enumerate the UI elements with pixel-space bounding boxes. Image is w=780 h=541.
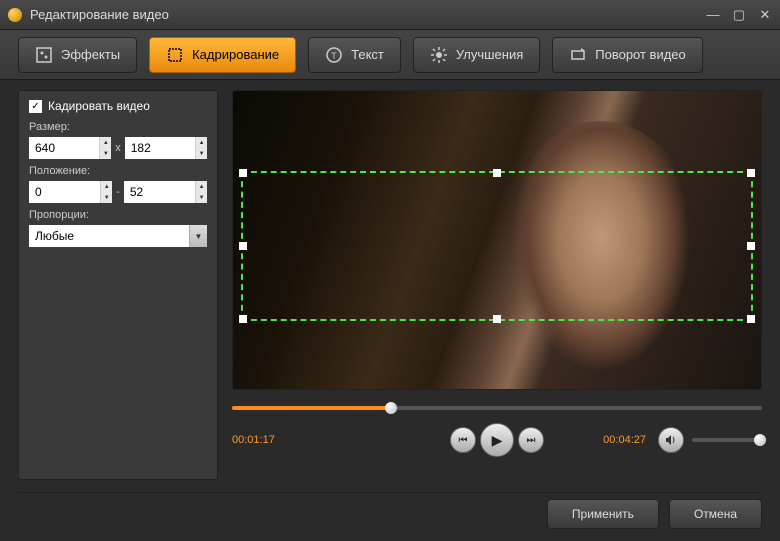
- tab-label: Кадрирование: [192, 47, 279, 62]
- toolbar: Эффекты Кадрирование T Текст Улучшения П…: [0, 30, 780, 80]
- crop-handle-bm[interactable]: [493, 315, 501, 323]
- minimize-button[interactable]: —: [706, 7, 720, 23]
- seek-progress: [232, 406, 391, 410]
- enhance-icon: [430, 46, 448, 64]
- video-preview[interactable]: [232, 90, 762, 390]
- volume-slider[interactable]: [692, 438, 762, 442]
- pos-separator: -: [116, 186, 120, 198]
- aspect-value: Любые: [29, 229, 189, 243]
- height-stepper[interactable]: ▲▼: [195, 137, 207, 159]
- pos-y-stepper[interactable]: ▲▼: [195, 181, 207, 203]
- aspect-label: Пропорции:: [29, 209, 207, 221]
- width-stepper[interactable]: ▲▼: [99, 137, 111, 159]
- svg-text:T: T: [331, 51, 337, 61]
- height-input[interactable]: ▲▼: [125, 137, 207, 159]
- crop-handle-bl[interactable]: [239, 315, 247, 323]
- prev-button[interactable]: ⏮: [450, 427, 476, 453]
- width-input[interactable]: ▲▼: [29, 137, 111, 159]
- pos-x-input[interactable]: ▲▼: [29, 181, 112, 203]
- crop-video-checkbox[interactable]: ✓: [29, 100, 42, 113]
- tab-label: Текст: [351, 47, 384, 62]
- tab-enhance[interactable]: Улучшения: [413, 37, 540, 73]
- crop-video-label: Кадировать видео: [48, 99, 150, 113]
- tab-rotate[interactable]: Поворот видео: [552, 37, 703, 73]
- size-separator: x: [115, 142, 121, 154]
- tab-label: Улучшения: [456, 47, 523, 62]
- crop-handle-ml[interactable]: [239, 242, 247, 250]
- effects-icon: [35, 46, 53, 64]
- pos-y-input[interactable]: ▲▼: [124, 181, 207, 203]
- crop-icon: [166, 46, 184, 64]
- volume-thumb[interactable]: [754, 434, 766, 446]
- crop-selection[interactable]: [241, 171, 753, 321]
- tab-effects[interactable]: Эффекты: [18, 37, 137, 73]
- titlebar: Редактирование видео — ▢ ✕: [0, 0, 780, 30]
- cancel-button[interactable]: Отмена: [669, 499, 762, 529]
- size-label: Размер:: [29, 121, 207, 133]
- position-label: Положение:: [29, 165, 207, 177]
- chevron-down-icon: ▼: [189, 225, 207, 247]
- crop-handle-tl[interactable]: [239, 169, 247, 177]
- seek-thumb[interactable]: [385, 402, 397, 414]
- text-icon: T: [325, 46, 343, 64]
- play-button[interactable]: ▶: [480, 423, 514, 457]
- crop-handle-tr[interactable]: [747, 169, 755, 177]
- crop-handle-br[interactable]: [747, 315, 755, 323]
- tab-text[interactable]: T Текст: [308, 37, 401, 73]
- tab-label: Эффекты: [61, 47, 120, 62]
- next-button[interactable]: ⏭: [518, 427, 544, 453]
- app-icon: [8, 8, 22, 22]
- crop-sidebar: ✓ Кадировать видео Размер: ▲▼ x ▲▼ Полож…: [18, 90, 218, 480]
- total-time: 00:04:27: [603, 434, 646, 446]
- tab-crop[interactable]: Кадрирование: [149, 37, 296, 73]
- crop-handle-mr[interactable]: [747, 242, 755, 250]
- tab-label: Поворот видео: [595, 47, 686, 62]
- pos-x-stepper[interactable]: ▲▼: [100, 181, 112, 203]
- maximize-button[interactable]: ▢: [732, 7, 746, 23]
- volume-button[interactable]: [658, 427, 684, 453]
- close-button[interactable]: ✕: [758, 7, 772, 23]
- seek-bar[interactable]: [232, 402, 762, 414]
- aspect-select[interactable]: Любые ▼: [29, 225, 207, 247]
- rotate-icon: [569, 46, 587, 64]
- current-time: 00:01:17: [232, 434, 275, 446]
- apply-button[interactable]: Применить: [547, 499, 659, 529]
- crop-handle-tm[interactable]: [493, 169, 501, 177]
- window-title: Редактирование видео: [30, 7, 706, 22]
